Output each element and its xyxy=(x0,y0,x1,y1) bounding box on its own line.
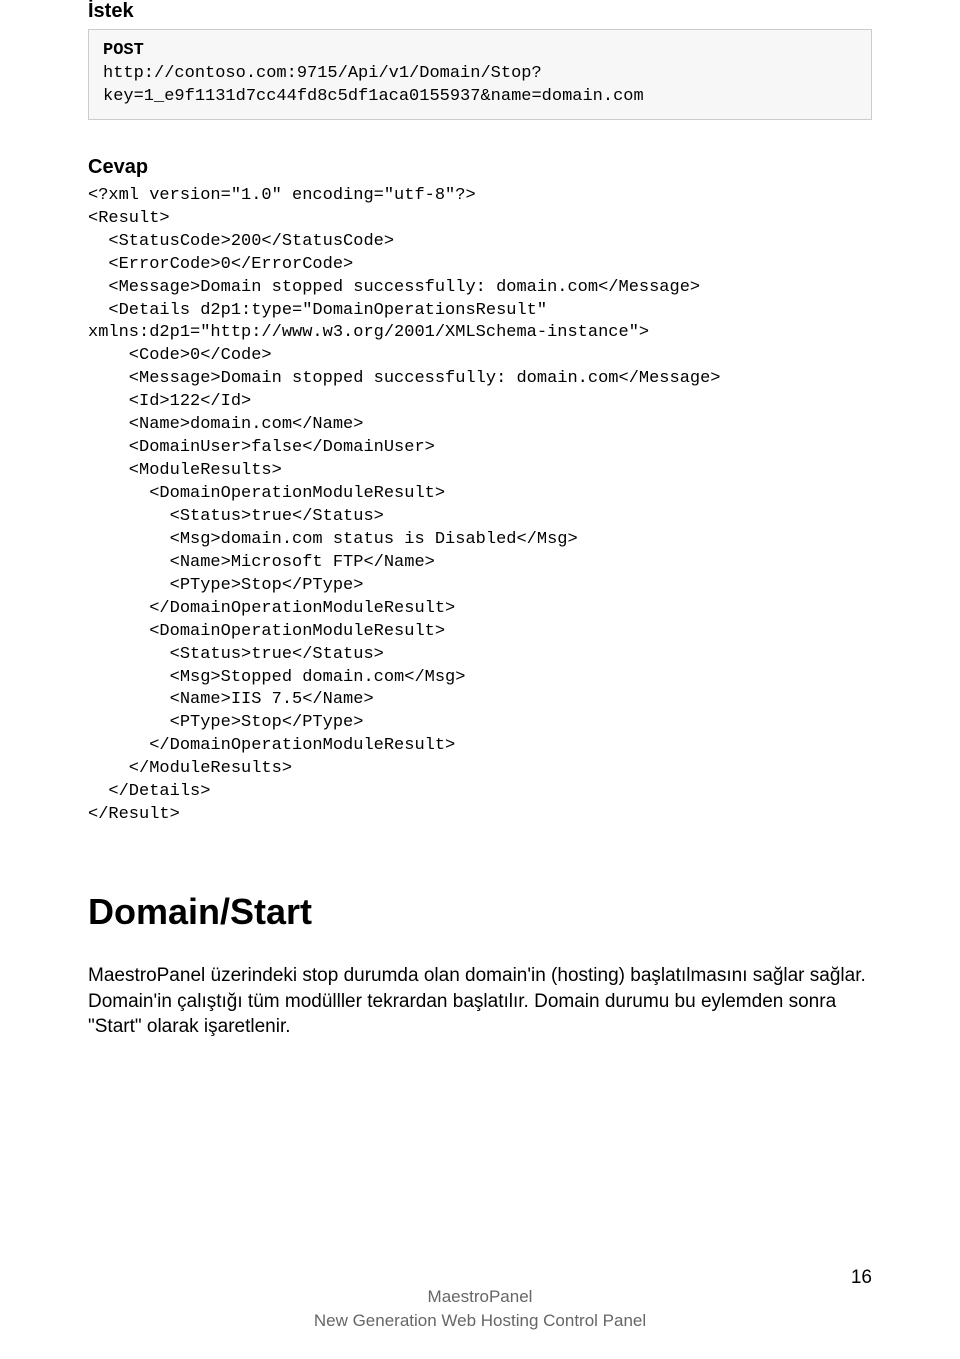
response-xml-block: <?xml version="1.0" encoding="utf-8"?> <… xyxy=(88,185,872,827)
endpoint-heading: Domain/Start xyxy=(88,891,872,933)
http-method: POST xyxy=(103,41,144,60)
request-code-block: POST http://contoso.com:9715/Api/v1/Doma… xyxy=(88,29,872,120)
footer-line-1: MaestroPanel xyxy=(0,1285,960,1309)
footer-line-2: New Generation Web Hosting Control Panel xyxy=(0,1309,960,1333)
request-heading: İstek xyxy=(88,0,872,23)
response-heading: Cevap xyxy=(88,156,872,179)
request-url: http://contoso.com:9715/Api/v1/Domain/St… xyxy=(103,64,644,106)
endpoint-description: MaestroPanel üzerindeki stop durumda ola… xyxy=(88,963,872,1040)
page-footer: MaestroPanel New Generation Web Hosting … xyxy=(0,1285,960,1333)
